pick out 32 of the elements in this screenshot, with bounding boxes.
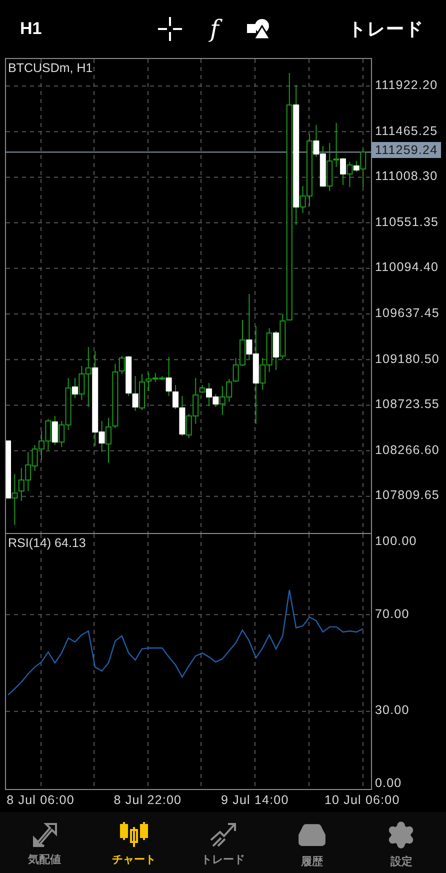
tab-bar-item[interactable]: 履歴 <box>268 812 357 873</box>
time-axis-label: 8 Jul 22:00 <box>114 792 182 808</box>
price-axis-label: 111922.20 <box>375 77 439 93</box>
tab-bar-item[interactable]: トレード <box>178 812 268 873</box>
price-axis-label: 108723.55 <box>375 396 440 412</box>
rsi-axis-label: 100.00 <box>375 533 417 549</box>
rsi-axis-label: 30.00 <box>375 702 410 718</box>
price-axis-label: 111465.25 <box>375 122 439 139</box>
price-axis-label: 109180.50 <box>375 350 440 367</box>
rsi-title: RSI(14) 64.13 <box>8 536 86 550</box>
price-axis-label: 110551.35 <box>375 214 440 230</box>
time-axis-label: 8 Jul 06:00 <box>6 792 74 808</box>
timeframe-label[interactable]: H1 <box>20 19 150 39</box>
time-axis-label: 10 Jul 06:00 <box>324 792 400 808</box>
current-price-label: 111259.24 <box>372 142 441 158</box>
tab-bar-item[interactable]: チャート <box>89 812 178 873</box>
price-axis-label: 108266.60 <box>375 442 440 458</box>
time-axis-label: 9 Jul 14:00 <box>221 792 289 808</box>
price-axis-label: 110094.40 <box>375 259 440 276</box>
shapes-icon[interactable] <box>246 18 271 40</box>
rsi-axis-label: 0.00 <box>375 774 402 791</box>
symbol-title: BTCUSDm, H1 <box>8 61 93 75</box>
tab-bar-item[interactable]: 設定 <box>356 812 446 873</box>
crosshair-icon[interactable] <box>158 17 182 41</box>
rsi-axis-label: 70.00 <box>375 606 410 622</box>
price-axis-label: 109637.45 <box>375 304 440 321</box>
price-axis-label: 111008.30 <box>375 168 439 184</box>
trend-lines-icon <box>208 820 238 848</box>
trade-button[interactable]: トレード <box>348 17 424 41</box>
chart-icon <box>118 820 149 848</box>
price-axis-label: 107809.65 <box>375 487 440 504</box>
tab-bar-item[interactable]: 気配値 <box>0 812 90 873</box>
